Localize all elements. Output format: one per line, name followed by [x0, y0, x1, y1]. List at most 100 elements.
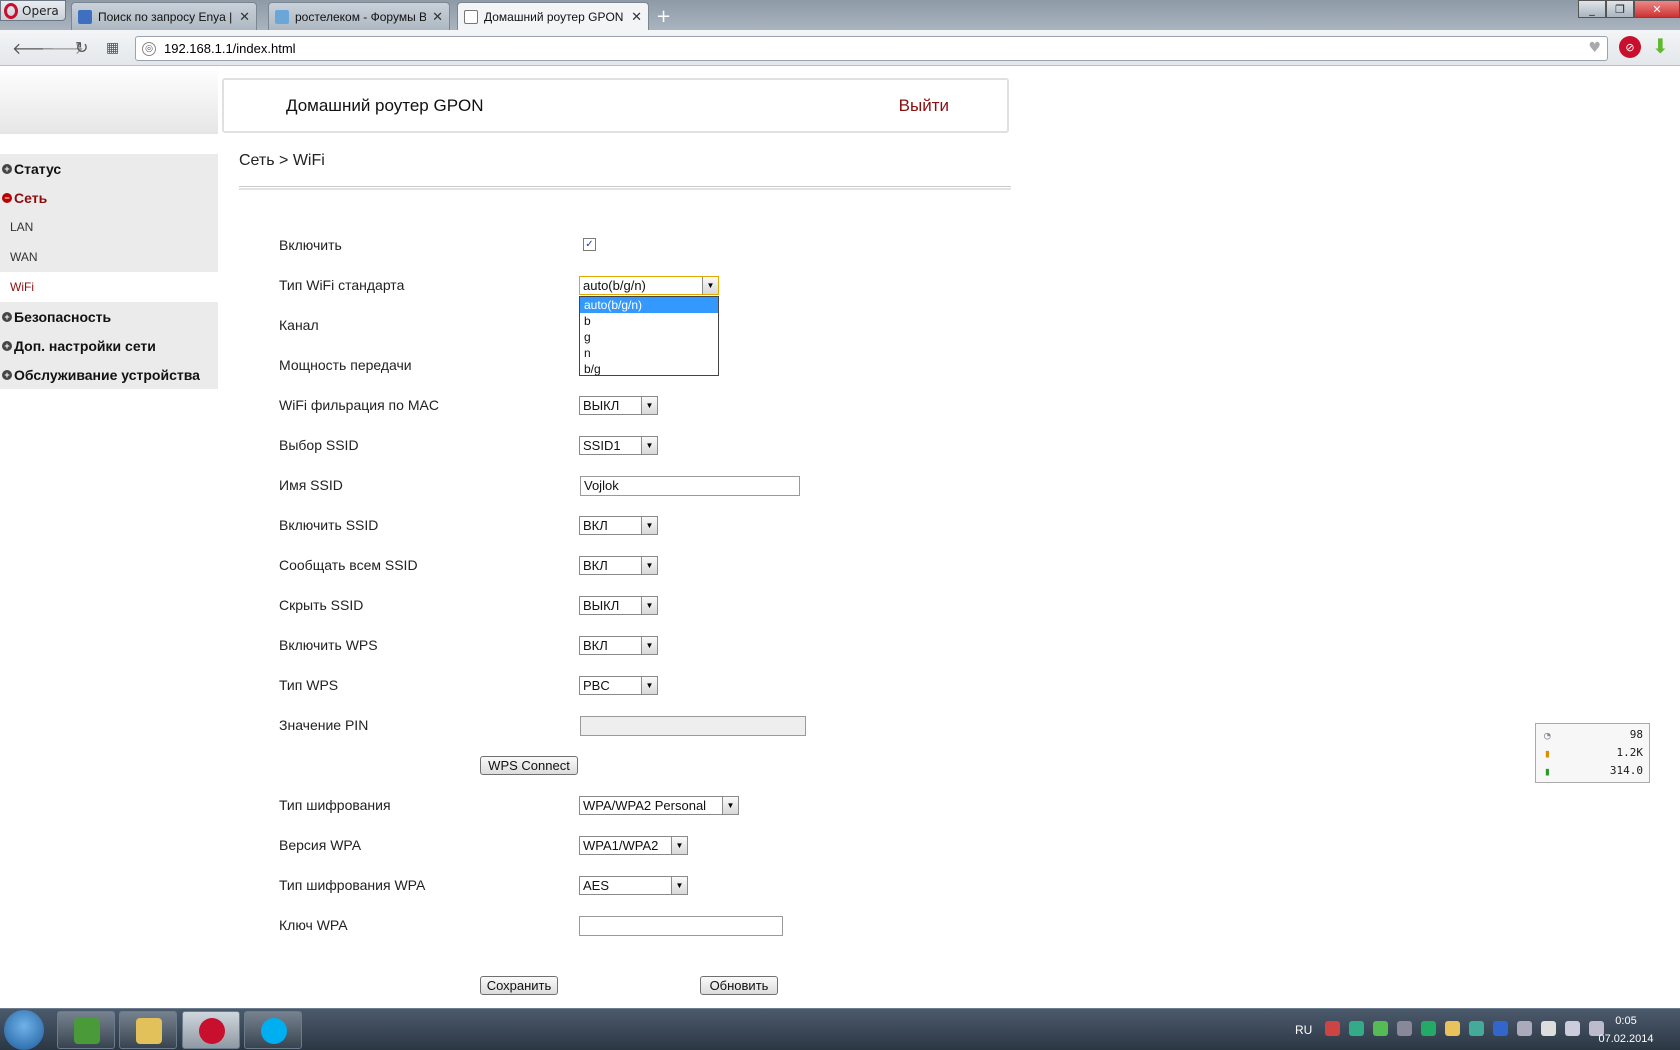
chevron-down-icon: ▼	[671, 837, 687, 854]
sidebar-item-security[interactable]: + Безопасность	[0, 302, 218, 331]
tab-forum[interactable]: ростелеком - Форумы Ве ✕	[268, 2, 450, 30]
start-button[interactable]	[4, 1010, 44, 1050]
close-tab-icon[interactable]: ✕	[631, 9, 642, 25]
taskbar-app-explorer[interactable]	[119, 1011, 177, 1049]
ssid-select[interactable]: SSID1 ▼	[579, 436, 658, 455]
expand-icon: +	[2, 341, 12, 351]
tab-router[interactable]: Домашний роутер GPON ✕	[457, 2, 649, 31]
opera-logo-icon	[4, 2, 18, 19]
meter-value-1: 98	[1629, 728, 1643, 741]
wifi-standard-select[interactable]: auto(b/g/n) ▼	[579, 276, 719, 295]
power-label: Мощность передачи	[279, 357, 412, 373]
tray-display-icon[interactable]	[1517, 1021, 1532, 1036]
encryption-select[interactable]: WPA/WPA2 Personal ▼	[579, 796, 739, 815]
upload-icon: ▮	[1544, 747, 1551, 760]
action-center-icon[interactable]	[1541, 1021, 1556, 1036]
dropdown-option[interactable]: b	[580, 313, 718, 329]
wps-connect-button[interactable]: WPS Connect	[480, 756, 578, 775]
network-meter-widget: ◔ ▮ ▮ 98 1.2K 314.0	[1535, 723, 1650, 783]
enable-ssid-select[interactable]: ВКЛ ▼	[579, 516, 658, 535]
dropdown-option[interactable]: n	[580, 345, 718, 361]
wpa-key-input[interactable]	[579, 916, 783, 936]
tray-flag-icon[interactable]	[1325, 1021, 1340, 1036]
chevron-down-icon: ▼	[671, 877, 687, 894]
logo-band	[0, 66, 218, 134]
chevron-down-icon: ▼	[641, 517, 657, 534]
download-meter-icon: ▮	[1544, 765, 1551, 778]
chevron-down-icon: ▼	[641, 437, 657, 454]
adblock-icon[interactable]: ⊘	[1619, 36, 1641, 58]
wpa-cipher-select[interactable]: AES ▼	[579, 876, 688, 895]
skype-icon	[261, 1018, 287, 1044]
language-indicator[interactable]: RU	[1295, 1023, 1312, 1037]
close-tab-icon[interactable]: ✕	[239, 9, 250, 25]
sidebar-item-wifi[interactable]: WiFi	[0, 272, 218, 302]
sidebar-item-status[interactable]: + Статус	[0, 154, 218, 183]
tray-play-icon[interactable]	[1349, 1021, 1364, 1036]
download-icon[interactable]: ⬇	[1652, 34, 1669, 58]
opera-menu-button[interactable]: Opera	[0, 0, 66, 21]
address-bar[interactable]: ◎ ♥	[135, 36, 1608, 61]
save-button[interactable]: Сохранить	[480, 976, 558, 995]
mac-filter-select[interactable]: ВЫКЛ ▼	[579, 396, 658, 415]
wpa-key-label: Ключ WPA	[279, 917, 348, 933]
wifi-standard-dropdown: auto(b/g/n) b g n b/g	[579, 296, 719, 376]
bluetooth-icon[interactable]	[1493, 1021, 1508, 1036]
hide-ssid-select[interactable]: ВЫКЛ ▼	[579, 596, 658, 615]
sidebar-item-maintenance[interactable]: + Обслуживание устройства	[0, 360, 218, 389]
sidebar-item-advanced-network[interactable]: + Доп. настройки сети	[0, 331, 218, 360]
hide-ssid-label: Скрыть SSID	[279, 597, 364, 613]
tray-folder-icon[interactable]	[1445, 1021, 1460, 1036]
dropdown-option[interactable]: g	[580, 329, 718, 345]
clock[interactable]: 0:05 07.02.2014	[1596, 1012, 1656, 1048]
mac-filter-label: WiFi фильрация по MAC	[279, 397, 439, 413]
network-tray-icon[interactable]	[1565, 1021, 1580, 1036]
ssid-name-input[interactable]: Vojlok	[580, 476, 800, 496]
reload-icon[interactable]: ↻	[75, 38, 88, 57]
enable-label: Включить	[279, 237, 342, 253]
folder-icon	[136, 1018, 162, 1044]
enable-wps-label: Включить WPS	[279, 637, 378, 653]
expand-icon: +	[2, 164, 12, 174]
wpa-version-label: Версия WPA	[279, 837, 362, 853]
chevron-down-icon: ▼	[641, 397, 657, 414]
sidebar-item-network[interactable]: − Сеть	[0, 183, 218, 212]
sidebar-item-wan[interactable]: WAN	[0, 242, 218, 272]
sidebar-item-lan[interactable]: LAN	[0, 212, 218, 242]
tray-check-icon[interactable]	[1469, 1021, 1484, 1036]
enable-checkbox[interactable]: ✓	[583, 238, 596, 251]
url-input[interactable]	[164, 41, 1464, 56]
broadcast-ssid-select[interactable]: ВКЛ ▼	[579, 556, 658, 575]
pin-input[interactable]	[580, 716, 806, 736]
maximize-button[interactable]: ❐	[1606, 0, 1634, 18]
tray-monitor-icon[interactable]	[1421, 1021, 1436, 1036]
sidebar: + Статус − Сеть LAN WAN WiFi + Безопасность…	[0, 154, 218, 389]
new-tab-button[interactable]: +	[656, 6, 671, 27]
logout-link[interactable]: Выйти	[899, 96, 949, 116]
tray-clock-icon[interactable]	[1397, 1021, 1412, 1036]
wpa-version-select[interactable]: WPA1/WPA2 ▼	[579, 836, 688, 855]
tab-search[interactable]: Поиск по запросу Enya | В ✕	[71, 2, 257, 30]
taskbar-app-skype[interactable]	[244, 1011, 302, 1049]
dropdown-option[interactable]: b/g	[580, 361, 718, 377]
dropdown-option[interactable]: auto(b/g/n)	[580, 297, 718, 313]
browser-nav-bar: 🡐 🡒 ↻ ▦ ◎ ♥ ⊘ ⬇	[0, 30, 1680, 66]
tray-app-icon[interactable]	[1373, 1021, 1388, 1036]
speed-dial-icon[interactable]: ▦	[106, 40, 119, 56]
page-title: Домашний роутер GPON	[286, 96, 484, 115]
close-tab-icon[interactable]: ✕	[432, 9, 443, 25]
minimize-button[interactable]: _	[1578, 0, 1606, 18]
clock-time: 0:05	[1615, 1015, 1637, 1027]
system-tray	[1325, 1021, 1604, 1036]
wps-type-label: Тип WPS	[279, 677, 339, 693]
heart-icon[interactable]: ♥	[1588, 40, 1601, 56]
chevron-down-icon: ▼	[641, 557, 657, 574]
refresh-button[interactable]: Обновить	[700, 976, 778, 995]
ssid-select-label: Выбор SSID	[279, 437, 359, 453]
enable-wps-select[interactable]: ВКЛ ▼	[579, 636, 658, 655]
play-icon	[78, 9, 92, 24]
taskbar-app-opera[interactable]	[182, 1011, 240, 1049]
taskbar-app-editor[interactable]	[57, 1011, 115, 1049]
wps-type-select[interactable]: PBC ▼	[579, 676, 658, 695]
close-window-button[interactable]: ✕	[1634, 0, 1680, 18]
